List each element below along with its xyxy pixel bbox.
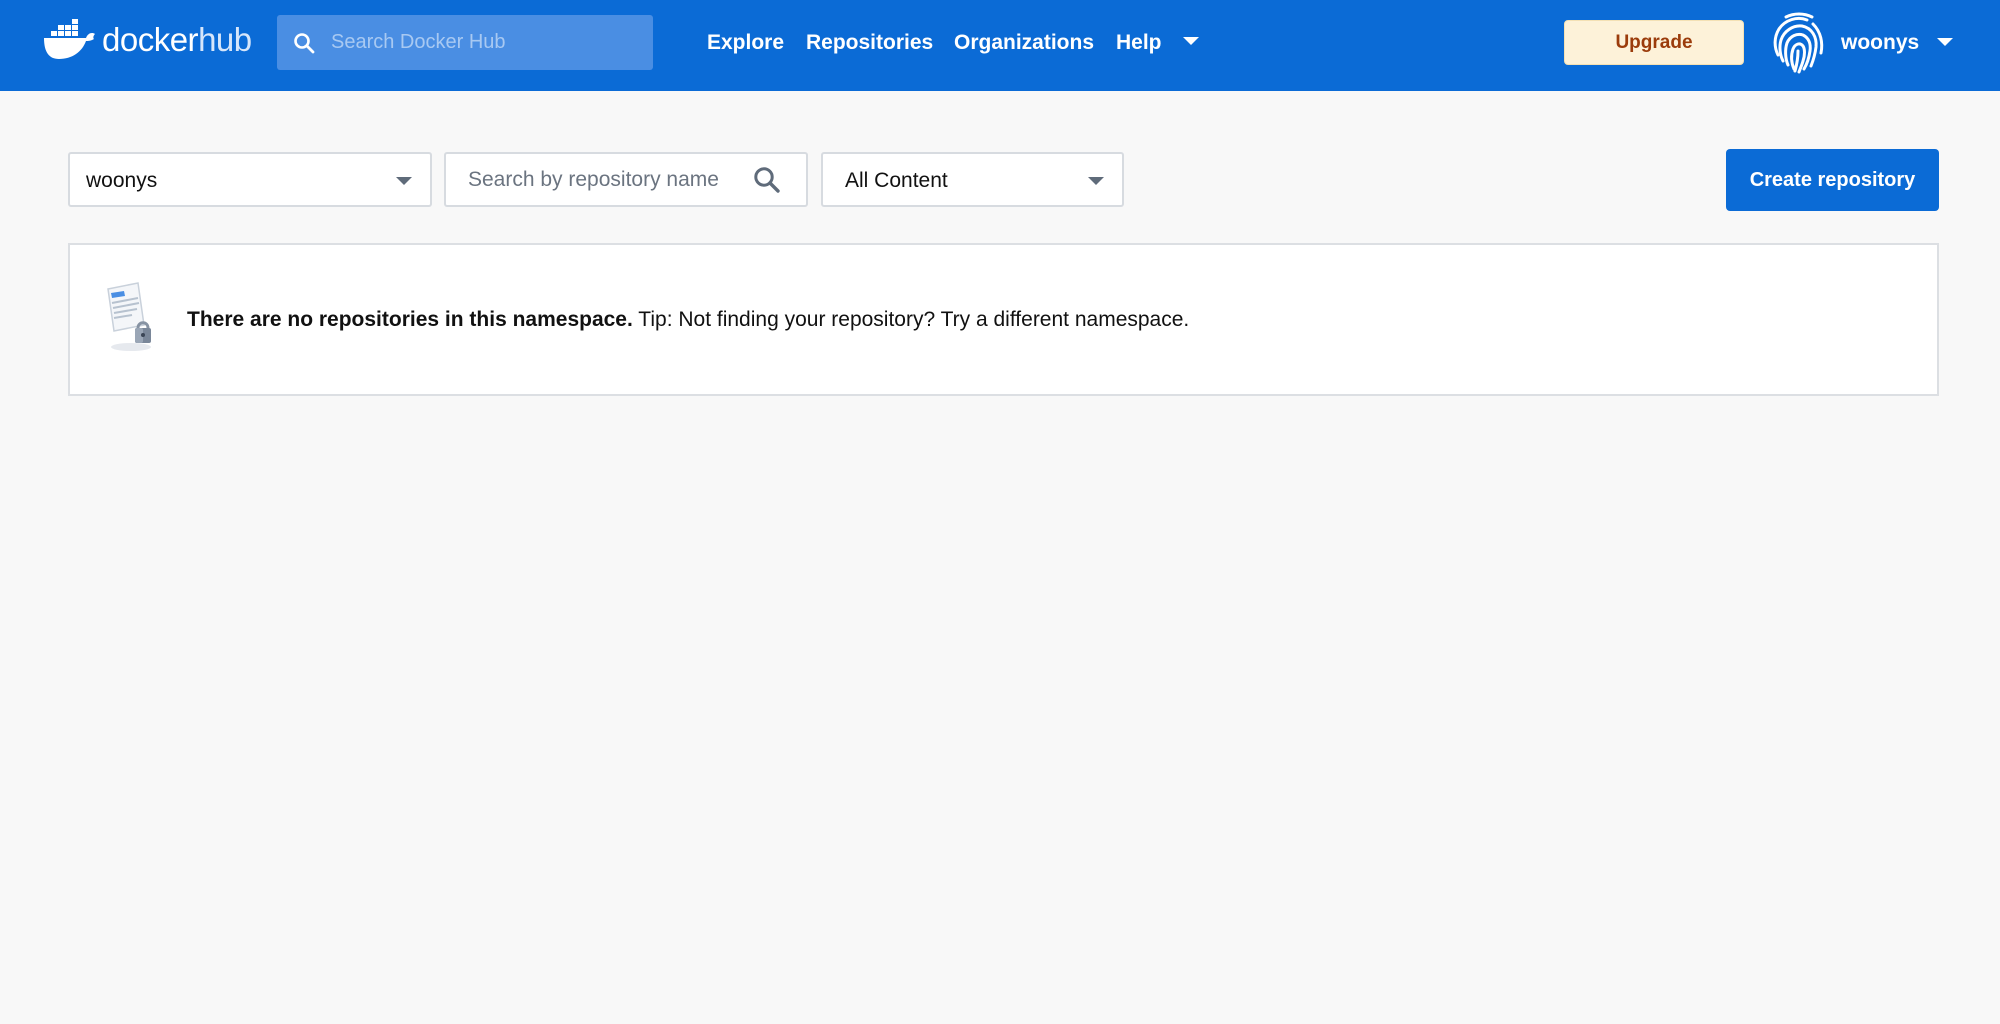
user-name[interactable]: woonys <box>1841 31 1919 55</box>
empty-state-title: There are no repositories in this namesp… <box>187 308 633 331</box>
repository-search-box[interactable] <box>444 152 808 207</box>
search-icon <box>294 33 315 54</box>
docker-hub-logo[interactable]: dockerhub <box>42 17 256 62</box>
nav-repositories[interactable]: Repositories <box>806 30 933 56</box>
docker-whale-icon <box>44 18 95 59</box>
caret-down-icon <box>396 177 412 185</box>
upgrade-button[interactable]: Upgrade <box>1564 20 1744 65</box>
logo-wordmark-docker: docker <box>102 21 199 58</box>
fingerprint-avatar-icon[interactable] <box>1766 11 1830 75</box>
help-caret-down-icon[interactable] <box>1183 37 1199 45</box>
namespace-select[interactable]: woonys <box>68 152 432 207</box>
global-search-input[interactable] <box>331 15 641 70</box>
empty-state-message: There are no repositories in this namesp… <box>187 308 1189 332</box>
caret-down-icon <box>1088 177 1104 185</box>
empty-state-tip: Tip: Not finding your repository? Try a … <box>638 308 1190 331</box>
logo-wordmark: dockerhub <box>102 23 252 56</box>
repository-search-input[interactable] <box>468 154 738 205</box>
global-search-box[interactable] <box>277 15 653 70</box>
content-filter-select[interactable]: All Content <box>821 152 1124 207</box>
namespace-select-value: woonys <box>86 169 158 192</box>
content-filter-value: All Content <box>845 169 948 192</box>
search-icon[interactable] <box>752 165 782 195</box>
nav-organizations[interactable]: Organizations <box>954 30 1094 56</box>
top-navigation-bar: dockerhub Explore Repositories Organizat… <box>0 0 2000 91</box>
nav-help[interactable]: Help <box>1116 30 1162 56</box>
logo-wordmark-hub: hub <box>198 21 252 58</box>
empty-repositories-panel: There are no repositories in this namesp… <box>68 243 1939 396</box>
user-menu-caret-down-icon[interactable] <box>1937 38 1953 46</box>
nav-explore[interactable]: Explore <box>707 30 784 56</box>
create-repository-button[interactable]: Create repository <box>1726 149 1939 211</box>
locked-document-icon <box>107 282 151 351</box>
